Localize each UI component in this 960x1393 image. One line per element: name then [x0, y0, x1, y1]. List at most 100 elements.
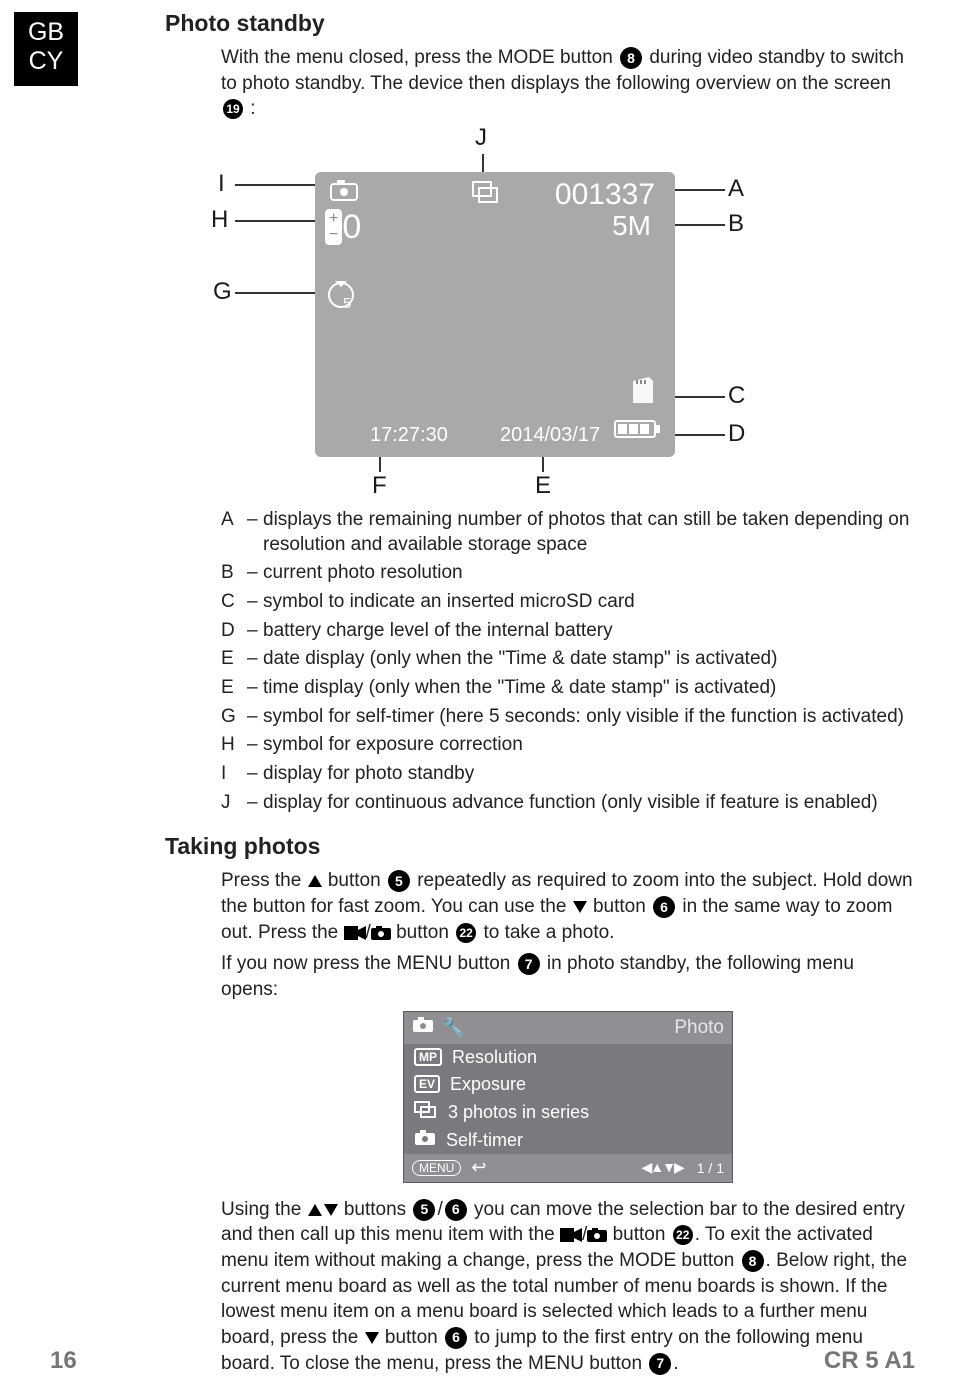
selftimer-icon: 5: [325, 277, 359, 317]
taking-paragraph-1: Press the button 5 repeatedly as require…: [221, 868, 915, 945]
menu-item-icon: MP: [414, 1048, 442, 1066]
legend-text: date display (only when the "Time & date…: [263, 647, 915, 672]
menu-item-icon: EV: [414, 1075, 440, 1093]
remaining-counter: 001337: [555, 178, 655, 212]
legend-text: display for continuous advance function …: [263, 791, 915, 816]
legend-label: B: [221, 561, 247, 586]
intro-paragraph: With the menu closed, press the MODE but…: [221, 45, 915, 122]
leader-H: [235, 220, 315, 222]
legend-text: battery charge level of the internal bat…: [263, 619, 915, 644]
legend-text: displays the remaining number of photos …: [263, 508, 915, 557]
callout-E: E: [535, 472, 551, 500]
legend-text: symbol for self-timer (here 5 seconds: o…: [263, 705, 915, 730]
intro-text-a: With the menu closed, press the MODE but…: [221, 47, 618, 68]
callout-legend: A–displays the remaining number of photo…: [165, 508, 915, 816]
legend-text: symbol to indicate an inserted microSD c…: [263, 590, 915, 615]
time-display: 17:27:30: [370, 424, 448, 447]
callout-D: D: [728, 420, 745, 448]
menu-item-label: 3 photos in series: [448, 1102, 589, 1123]
selftimer-menu-icon: [414, 1130, 436, 1151]
sdcard-icon: [629, 375, 657, 411]
legend-label: J: [221, 791, 247, 816]
device-screen: 001337 5M +−0 5 17:27:30 2014/03/17: [315, 172, 675, 457]
callout-I: I: [218, 170, 225, 198]
menu-screenshot: 🔧 Photo MP Resolution EV Exposure 3 photos…: [403, 1011, 733, 1183]
legend-label: D: [221, 619, 247, 644]
legend-label: E: [221, 647, 247, 672]
legend-label: C: [221, 590, 247, 615]
callout-J: J: [475, 124, 487, 152]
tab-wrench-icon: 🔧: [442, 1017, 464, 1038]
legend-text: display for photo standby: [263, 762, 915, 787]
callout-A: A: [728, 175, 744, 203]
legend-text: symbol for exposure correction: [263, 733, 915, 758]
legend-label: A: [221, 508, 247, 557]
footer-menu-button: MENU: [412, 1160, 461, 1176]
lang-line2: CY: [24, 47, 68, 76]
page-footer: 16 CR 5 A1: [50, 1347, 915, 1375]
leader-A: [667, 189, 725, 191]
photo-camera-icon: [371, 922, 391, 943]
ref-circle-6: 6: [653, 896, 675, 918]
leader-D: [675, 434, 725, 436]
ref-circle-8: 8: [742, 1250, 764, 1272]
video-camera-icon: [344, 922, 366, 943]
video-camera-icon: [560, 1224, 582, 1245]
exposure-icon: +−0: [325, 208, 361, 247]
ref-circle-8: 8: [620, 47, 642, 69]
heading-photo-standby: Photo standby: [165, 10, 915, 37]
ref-circle-7: 7: [518, 953, 540, 975]
callout-C: C: [728, 382, 745, 410]
model-number: CR 5 A1: [824, 1347, 915, 1375]
callout-B: B: [728, 210, 744, 238]
up-arrow-icon: [308, 875, 322, 887]
leader-C: [675, 396, 725, 398]
menu-tab-label: Photo: [674, 1017, 724, 1039]
callout-H: H: [211, 206, 228, 234]
ref-circle-22: 22: [673, 1225, 693, 1245]
language-tag: GB CY: [14, 12, 78, 86]
legend-label: E: [221, 676, 247, 701]
footer-back-icon: ↩: [471, 1157, 486, 1178]
ref-circle-6: 6: [445, 1327, 467, 1349]
menu-item-label: Self-timer: [446, 1130, 523, 1151]
ref-circle-5: 5: [388, 870, 410, 892]
ref-circle-6: 6: [445, 1199, 467, 1221]
resolution-value: 5M: [612, 210, 651, 242]
menu-item-label: Resolution: [452, 1047, 537, 1068]
continuous-icon: [471, 180, 501, 210]
footer-page-indicator: 1 / 1: [697, 1160, 724, 1176]
exposure-value: 0: [342, 208, 361, 246]
ref-circle-19: 19: [223, 99, 243, 119]
callout-G: G: [213, 278, 232, 306]
up-arrow-icon: [308, 1204, 322, 1216]
page-number: 16: [50, 1347, 77, 1375]
tab-photo-icon: [412, 1017, 434, 1038]
lang-line1: GB: [24, 18, 68, 47]
series-icon: [414, 1101, 438, 1124]
legend-label: I: [221, 762, 247, 787]
down-arrow-icon: [365, 1332, 379, 1344]
screen-diagram: J I H G A B C D F E 001337: [165, 132, 915, 502]
photo-mode-icon: [327, 178, 361, 210]
menu-item-label: Exposure: [450, 1074, 526, 1095]
photo-camera-icon: [587, 1224, 607, 1245]
legend-text: time display (only when the "Time & date…: [263, 676, 915, 701]
footer-arrows: ◀▲▼▶: [642, 1159, 683, 1176]
heading-taking-photos: Taking photos: [165, 833, 915, 860]
callout-F: F: [372, 472, 387, 500]
down-arrow-icon: [573, 901, 587, 913]
down-arrow-icon: [324, 1204, 338, 1216]
selftimer-seconds: 5: [343, 295, 351, 312]
leader-I: [235, 184, 315, 186]
date-display: 2014/03/17: [500, 424, 600, 447]
legend-label: G: [221, 705, 247, 730]
intro-text-c: :: [250, 98, 255, 119]
taking-paragraph-2: If you now press the MENU button 7 in ph…: [221, 951, 915, 1002]
leader-G: [235, 292, 315, 294]
legend-text: current photo resolution: [263, 561, 915, 586]
ref-circle-22: 22: [456, 923, 476, 943]
battery-icon: [613, 417, 663, 447]
legend-label: H: [221, 733, 247, 758]
ref-circle-5: 5: [413, 1199, 435, 1221]
